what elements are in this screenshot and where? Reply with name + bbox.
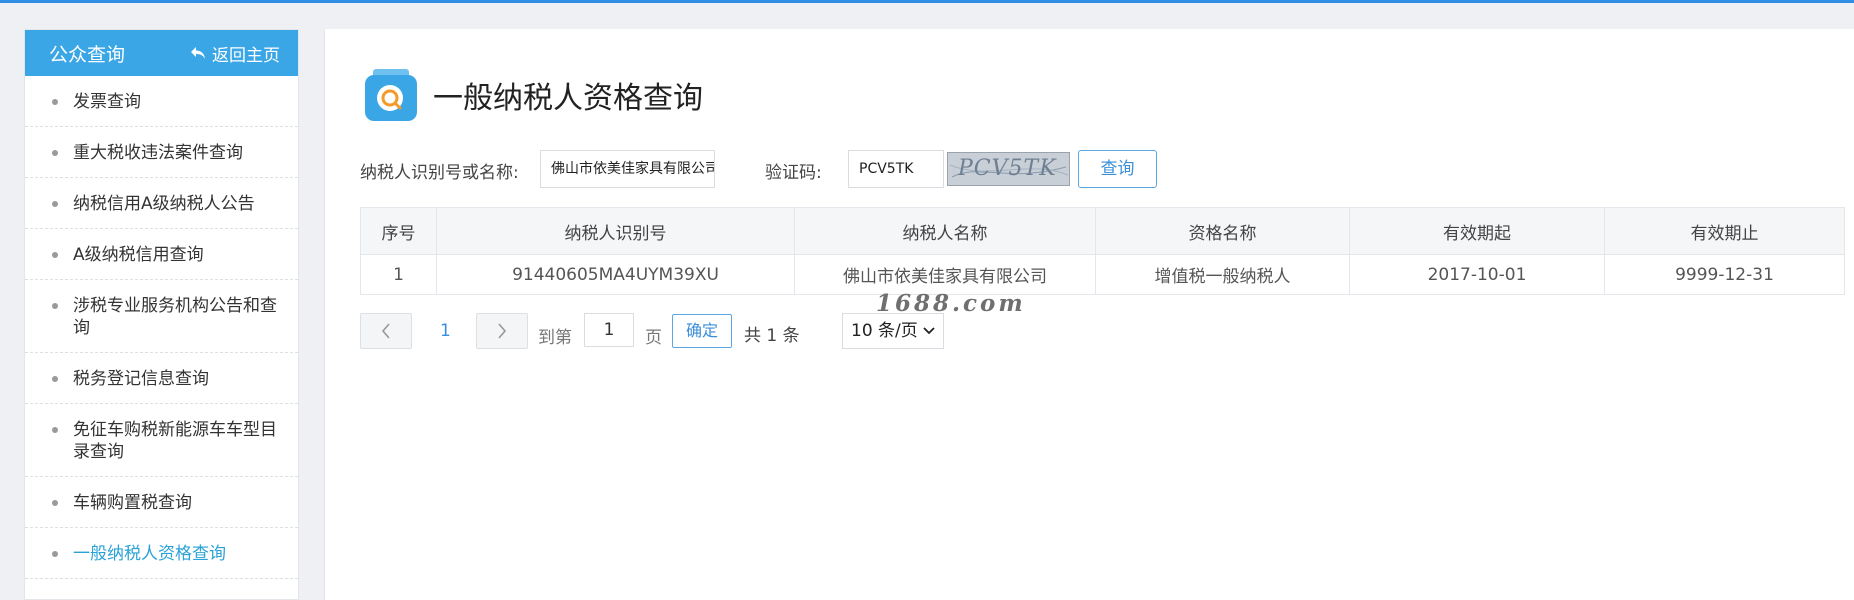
query-form: 纳税人识别号或名称: 佛山市依美佳家具有限公司 验证码: PCV5TK PCV5… <box>360 150 1560 188</box>
sidebar-item-label: 重大税收违法案件查询 <box>73 143 243 163</box>
pagination: 1 到第 1 页 确定 共 1 条 10 条/页 <box>360 313 1060 349</box>
captcha-input[interactable]: PCV5TK <box>848 150 944 188</box>
bullet-icon <box>52 376 58 382</box>
cell-taxpayer-name: 佛山市依美佳家具有限公司 <box>794 254 1096 295</box>
bullet-icon <box>52 150 58 156</box>
bullet-icon <box>52 427 58 433</box>
goto-prefix: 到第 <box>538 328 572 348</box>
top-accent-bar <box>0 0 1854 3</box>
goto-confirm-button[interactable]: 确定 <box>672 314 732 348</box>
sidebar-item-label: A级纳税信用查询 <box>73 245 204 265</box>
sidebar-item-vehicle-tax[interactable]: 车辆购置税查询 <box>25 477 298 528</box>
watermark: 1688.com <box>876 290 1026 317</box>
col-qualification-header: 资格名称 <box>1095 207 1350 255</box>
sidebar-item-label: 纳税信用A级纳税人公告 <box>73 194 255 214</box>
col-taxpayer-id-header: 纳税人识别号 <box>436 207 795 255</box>
query-button[interactable]: 查询 <box>1078 150 1157 188</box>
chevron-left-icon <box>381 323 390 339</box>
result-table: 序号 纳税人识别号 纳税人名称 资格名称 有效期起 有效期止 1 9144060… <box>360 207 1845 295</box>
cell-taxpayer-id: 91440605MA4UYM39XU <box>436 254 795 295</box>
sidebar-item-label: 税务登记信息查询 <box>73 369 209 389</box>
goto-suffix: 页 <box>645 328 662 348</box>
page-number-current[interactable]: 1 <box>440 321 451 341</box>
back-home-link[interactable]: 返回主页 <box>190 41 280 66</box>
sidebar-item-label: 一般纳税人资格查询 <box>73 544 226 564</box>
total-count: 共 1 条 <box>744 326 800 346</box>
table-row: 1 91440605MA4UYM39XU 佛山市依美佳家具有限公司 增值税一般纳… <box>360 254 1845 295</box>
bullet-icon <box>52 252 58 258</box>
cell-valid-from: 2017-10-01 <box>1349 254 1605 295</box>
prev-page-button[interactable] <box>360 313 412 349</box>
page-title: 一般纳税人资格查询 <box>433 81 703 116</box>
sidebar-item-a-credit-notice[interactable]: 纳税信用A级纳税人公告 <box>25 178 298 229</box>
sidebar-item-a-credit-query[interactable]: A级纳税信用查询 <box>25 229 298 280</box>
cell-qualification: 增值税一般纳税人 <box>1095 254 1350 295</box>
chevron-right-icon <box>498 323 507 339</box>
sidebar-item-label: 涉税专业服务机构公告和查询 <box>73 296 277 338</box>
sidebar-item-general-taxpayer[interactable]: 一般纳税人资格查询 <box>25 528 298 579</box>
page-size-select[interactable]: 10 条/页 <box>842 313 944 349</box>
col-taxpayer-name-header: 纳税人名称 <box>794 207 1096 255</box>
sidebar-item-invoice[interactable]: 发票查询 <box>25 76 298 127</box>
bullet-icon <box>52 551 58 557</box>
bullet-icon <box>52 303 58 309</box>
table-header-row: 序号 纳税人识别号 纳税人名称 资格名称 有效期起 有效期止 <box>360 207 1845 255</box>
sidebar-item-tax-service-agencies[interactable]: 涉税专业服务机构公告和查询 <box>25 280 298 353</box>
sidebar-item-nev-catalog[interactable]: 免征车购税新能源车车型目录查询 <box>25 404 298 477</box>
taxpayer-label: 纳税人识别号或名称: <box>360 163 519 183</box>
cell-index: 1 <box>360 254 437 295</box>
sidebar-menu: 发票查询 重大税收违法案件查询 纳税信用A级纳税人公告 A级纳税信用查询 涉税专… <box>25 76 298 579</box>
back-home-label: 返回主页 <box>212 45 280 66</box>
chevron-down-icon <box>923 327 935 335</box>
back-arrow-icon <box>191 47 205 59</box>
captcha-label: 验证码: <box>765 163 822 183</box>
sidebar-item-label: 发票查询 <box>73 92 141 112</box>
search-document-icon <box>365 69 417 121</box>
col-valid-to-header: 有效期止 <box>1604 207 1845 255</box>
col-valid-from-header: 有效期起 <box>1349 207 1605 255</box>
sidebar-item-label: 免征车购税新能源车车型目录查询 <box>73 420 277 462</box>
taxpayer-input[interactable]: 佛山市依美佳家具有限公司 <box>540 150 715 188</box>
sidebar-item-label: 车辆购置税查询 <box>73 493 192 513</box>
sidebar-item-tax-registration[interactable]: 税务登记信息查询 <box>25 353 298 404</box>
page-size-value: 10 条/页 <box>851 321 918 341</box>
bullet-icon <box>52 500 58 506</box>
sidebar-title: 公众查询 <box>49 43 126 66</box>
next-page-button[interactable] <box>476 313 528 349</box>
col-index-header: 序号 <box>360 207 437 255</box>
bullet-icon <box>52 99 58 105</box>
sidebar-header: 公众查询 返回主页 <box>25 30 298 76</box>
goto-page-input[interactable]: 1 <box>584 313 634 347</box>
sidebar-item-tax-violation[interactable]: 重大税收违法案件查询 <box>25 127 298 178</box>
bullet-icon <box>52 201 58 207</box>
main-panel: 一般纳税人资格查询 纳税人识别号或名称: 佛山市依美佳家具有限公司 验证码: P… <box>324 29 1854 600</box>
page-header: 一般纳税人资格查询 <box>363 67 703 123</box>
captcha-image[interactable]: PCV5TK <box>947 152 1070 186</box>
cell-valid-to: 9999-12-31 <box>1604 254 1845 295</box>
sidebar: 公众查询 返回主页 发票查询 重大税收违法案件查询 纳税信用A级纳税人公告 A级… <box>24 29 299 600</box>
captcha-image-text: PCV5TK <box>958 156 1057 181</box>
